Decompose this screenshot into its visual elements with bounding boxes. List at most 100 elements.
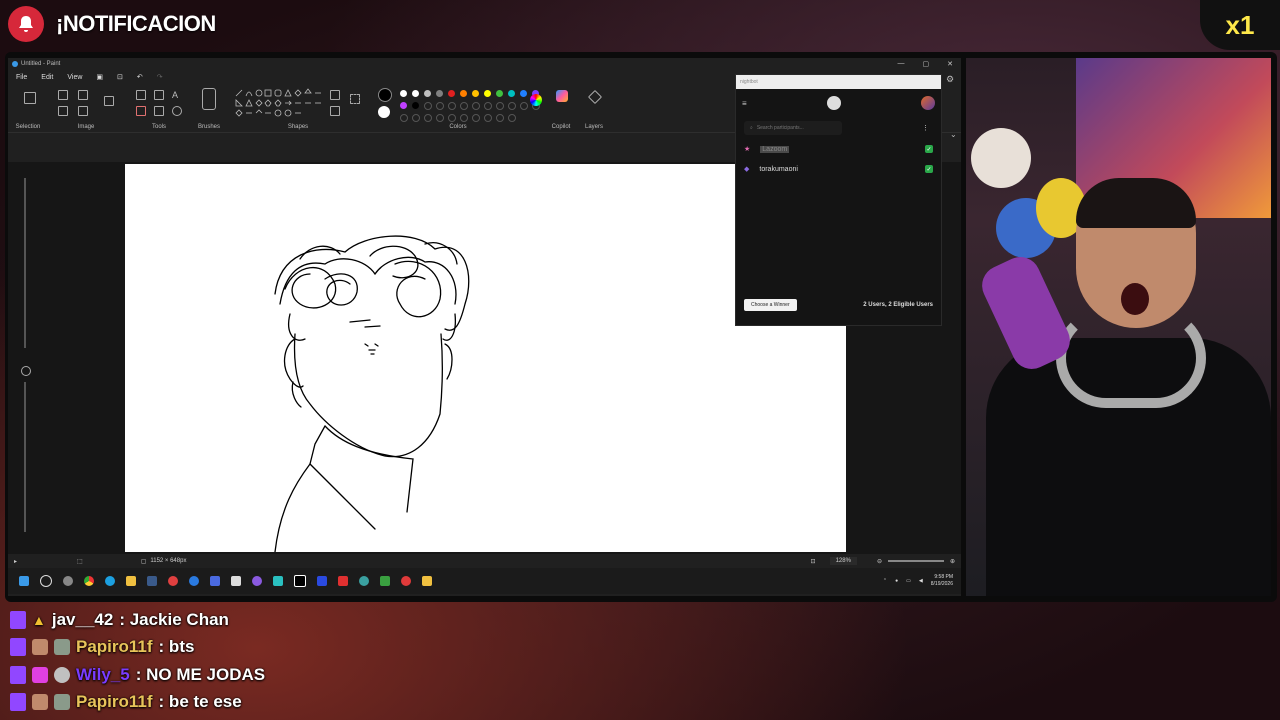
palette-swatch[interactable] bbox=[400, 90, 407, 97]
selection-icon[interactable] bbox=[24, 92, 36, 104]
mic-icon[interactable]: ● bbox=[895, 578, 898, 584]
app-icon-5[interactable] bbox=[273, 576, 283, 586]
empty-swatch[interactable] bbox=[496, 114, 504, 122]
search-icon[interactable] bbox=[40, 575, 52, 587]
pencil-icon[interactable] bbox=[136, 90, 146, 100]
excel-icon[interactable] bbox=[380, 576, 390, 586]
text-icon[interactable]: A bbox=[172, 90, 180, 100]
zoom-out-icon[interactable]: ⊖ bbox=[877, 558, 882, 565]
discord-icon[interactable] bbox=[252, 576, 262, 586]
menu-edit[interactable]: Edit bbox=[41, 74, 53, 81]
app-icon-3[interactable] bbox=[210, 576, 220, 586]
eraser-icon[interactable] bbox=[136, 106, 146, 116]
edge-icon[interactable] bbox=[105, 576, 115, 586]
empty-swatch[interactable] bbox=[424, 114, 432, 122]
palette-swatch[interactable] bbox=[496, 90, 503, 97]
choose-winner-button[interactable]: Choose a Winner bbox=[744, 299, 797, 311]
menu-view[interactable]: View bbox=[67, 74, 82, 81]
color-2-swatch[interactable] bbox=[378, 106, 390, 118]
minimize-button[interactable]: — bbox=[898, 60, 905, 68]
redo-icon[interactable]: ↷ bbox=[157, 73, 163, 81]
resize-icon[interactable] bbox=[78, 90, 88, 100]
app-icon-7[interactable] bbox=[317, 576, 327, 586]
participant-checkbox[interactable]: ✓ bbox=[925, 165, 933, 173]
crop-icon[interactable] bbox=[58, 90, 68, 100]
empty-swatch[interactable] bbox=[508, 114, 516, 122]
outline-icon[interactable] bbox=[330, 90, 340, 100]
fit-screen-icon[interactable]: ⊡ bbox=[811, 558, 816, 565]
file-explorer-icon[interactable] bbox=[126, 576, 136, 586]
empty-swatch[interactable] bbox=[460, 102, 468, 110]
vertical-slider-track[interactable] bbox=[24, 178, 26, 348]
palette-swatch[interactable] bbox=[424, 90, 431, 97]
app-icon-9[interactable] bbox=[401, 576, 411, 586]
palette-swatch[interactable] bbox=[460, 90, 467, 97]
color-1-swatch[interactable] bbox=[378, 88, 392, 102]
empty-swatch[interactable] bbox=[412, 114, 420, 122]
empty-swatch[interactable] bbox=[520, 102, 528, 110]
collapse-chevron-icon[interactable]: ⌄ bbox=[950, 130, 957, 139]
participant-row[interactable]: ★ Lazoom ✓ bbox=[736, 139, 941, 159]
empty-swatch[interactable] bbox=[472, 114, 480, 122]
empty-swatch[interactable] bbox=[448, 114, 456, 122]
app-icon-4[interactable] bbox=[231, 576, 241, 586]
layers-icon[interactable] bbox=[587, 89, 603, 105]
copilot-icon[interactable] bbox=[556, 90, 568, 102]
youtube-icon[interactable] bbox=[338, 576, 348, 586]
task-view-icon[interactable] bbox=[63, 576, 73, 586]
zoom-level[interactable]: 128% bbox=[829, 557, 857, 565]
empty-swatch[interactable] bbox=[484, 114, 492, 122]
empty-swatch[interactable] bbox=[448, 102, 456, 110]
size-icon[interactable] bbox=[350, 94, 360, 104]
app-icon-1[interactable] bbox=[168, 576, 178, 586]
start-icon[interactable] bbox=[19, 576, 29, 586]
more-options-icon[interactable]: ⋮ bbox=[922, 124, 929, 132]
palette-swatch[interactable] bbox=[412, 102, 419, 109]
zoom-in-icon[interactable]: ⊕ bbox=[950, 558, 955, 565]
brush-icon[interactable] bbox=[202, 88, 216, 110]
palette-swatch[interactable] bbox=[412, 90, 419, 97]
palette-swatch[interactable] bbox=[448, 90, 455, 97]
participant-checkbox[interactable]: ✓ bbox=[925, 145, 933, 153]
clock[interactable]: 9:58 PM 8/19/2026 bbox=[931, 574, 953, 588]
volume-icon[interactable]: ◀ bbox=[919, 578, 923, 584]
select-image-icon[interactable] bbox=[104, 96, 114, 106]
menu-file[interactable]: File bbox=[16, 74, 27, 81]
shapes-gallery-icon[interactable] bbox=[234, 88, 324, 120]
fill-icon[interactable] bbox=[154, 90, 164, 100]
empty-swatch[interactable] bbox=[508, 102, 516, 110]
chrome-icon[interactable] bbox=[84, 576, 94, 586]
close-button[interactable]: ✕ bbox=[947, 60, 953, 68]
participant-row[interactable]: ◆ torakumaoni ✓ bbox=[736, 159, 941, 179]
undo-icon[interactable]: ↶ bbox=[137, 73, 143, 81]
empty-swatch[interactable] bbox=[472, 102, 480, 110]
shape-fill-icon[interactable] bbox=[330, 106, 340, 116]
palette-swatch[interactable] bbox=[472, 90, 479, 97]
flip-icon[interactable] bbox=[78, 106, 88, 116]
open-icon[interactable]: ⊡ bbox=[117, 73, 123, 81]
empty-swatch[interactable] bbox=[400, 114, 408, 122]
vertical-slider-track-2[interactable] bbox=[24, 382, 26, 532]
edit-colors-icon[interactable] bbox=[530, 94, 542, 106]
lock-icon[interactable] bbox=[21, 366, 31, 376]
search-input[interactable]: ⌕ Search participants... bbox=[744, 121, 842, 135]
avatar[interactable] bbox=[920, 96, 935, 110]
network-icon[interactable]: ▭ bbox=[906, 578, 911, 584]
app-icon-8[interactable] bbox=[359, 576, 369, 586]
empty-swatch[interactable] bbox=[436, 102, 444, 110]
app-icon-2[interactable] bbox=[189, 576, 199, 586]
app-icon-6[interactable] bbox=[294, 575, 306, 587]
magnifier-icon[interactable] bbox=[172, 106, 182, 116]
steam-icon[interactable] bbox=[147, 576, 157, 586]
chevron-up-icon[interactable]: ⌃ bbox=[883, 578, 887, 584]
palette-swatch[interactable] bbox=[520, 90, 527, 97]
palette-swatch[interactable] bbox=[508, 90, 515, 97]
maximize-button[interactable]: ▢ bbox=[923, 60, 930, 68]
settings-icon[interactable]: ⚙ bbox=[946, 74, 954, 85]
palette-swatch[interactable] bbox=[484, 90, 491, 97]
rotate-icon[interactable] bbox=[58, 106, 68, 116]
save-icon[interactable]: ▣ bbox=[96, 73, 103, 81]
zoom-slider[interactable] bbox=[887, 560, 944, 562]
palette-swatch[interactable] bbox=[436, 90, 443, 97]
empty-swatch[interactable] bbox=[436, 114, 444, 122]
